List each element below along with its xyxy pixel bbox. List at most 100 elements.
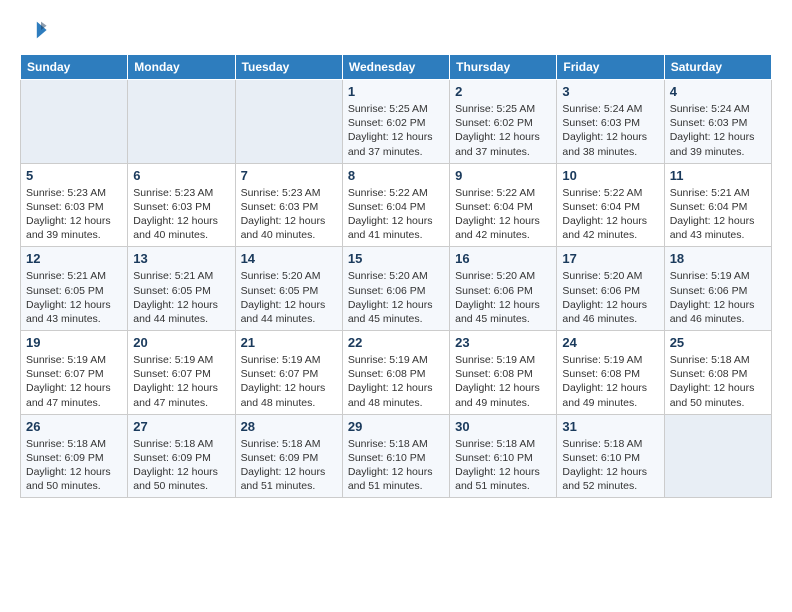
day-number: 4: [670, 84, 766, 99]
day-number: 5: [26, 168, 122, 183]
day-info: Sunrise: 5:24 AM Sunset: 6:03 PM Dayligh…: [670, 102, 766, 159]
day-cell: 23 Sunrise: 5:19 AM Sunset: 6:08 PM Dayli…: [450, 331, 557, 415]
day-cell: 7 Sunrise: 5:23 AM Sunset: 6:03 PM Daylig…: [235, 163, 342, 247]
day-cell: 9 Sunrise: 5:22 AM Sunset: 6:04 PM Daylig…: [450, 163, 557, 247]
day-number: 2: [455, 84, 551, 99]
day-cell: 28 Sunrise: 5:18 AM Sunset: 6:09 PM Dayli…: [235, 414, 342, 498]
day-cell: 27 Sunrise: 5:18 AM Sunset: 6:09 PM Dayli…: [128, 414, 235, 498]
day-cell: 26 Sunrise: 5:18 AM Sunset: 6:09 PM Dayli…: [21, 414, 128, 498]
day-info: Sunrise: 5:18 AM Sunset: 6:10 PM Dayligh…: [562, 437, 658, 494]
day-number: 27: [133, 419, 229, 434]
day-number: 14: [241, 251, 337, 266]
day-number: 17: [562, 251, 658, 266]
day-number: 9: [455, 168, 551, 183]
day-number: 3: [562, 84, 658, 99]
day-number: 26: [26, 419, 122, 434]
calendar-table: SundayMondayTuesdayWednesdayThursdayFrid…: [20, 54, 772, 498]
day-number: 10: [562, 168, 658, 183]
day-cell: 14 Sunrise: 5:20 AM Sunset: 6:05 PM Dayli…: [235, 247, 342, 331]
day-cell: 4 Sunrise: 5:24 AM Sunset: 6:03 PM Daylig…: [664, 80, 771, 164]
day-info: Sunrise: 5:20 AM Sunset: 6:06 PM Dayligh…: [455, 269, 551, 326]
day-number: 22: [348, 335, 444, 350]
day-number: 16: [455, 251, 551, 266]
day-info: Sunrise: 5:20 AM Sunset: 6:06 PM Dayligh…: [562, 269, 658, 326]
day-cell: 30Sunrise: 5:18 AM Sunset: 6:10 PM Dayli…: [450, 414, 557, 498]
page: SundayMondayTuesdayWednesdayThursdayFrid…: [0, 0, 792, 508]
day-info: Sunrise: 5:18 AM Sunset: 6:09 PM Dayligh…: [133, 437, 229, 494]
day-info: Sunrise: 5:21 AM Sunset: 6:05 PM Dayligh…: [26, 269, 122, 326]
week-row-3: 19 Sunrise: 5:19 AM Sunset: 6:07 PM Dayli…: [21, 331, 772, 415]
header-cell-wednesday: Wednesday: [342, 55, 449, 80]
day-cell: 21Sunrise: 5:19 AM Sunset: 6:07 PM Dayli…: [235, 331, 342, 415]
week-row-0: 1 Sunrise: 5:25 AM Sunset: 6:02 PM Daylig…: [21, 80, 772, 164]
day-info: Sunrise: 5:18 AM Sunset: 6:09 PM Dayligh…: [26, 437, 122, 494]
day-cell: 18 Sunrise: 5:19 AM Sunset: 6:06 PM Dayli…: [664, 247, 771, 331]
day-info: Sunrise: 5:19 AM Sunset: 6:06 PM Dayligh…: [670, 269, 766, 326]
day-cell: 20 Sunrise: 5:19 AM Sunset: 6:07 PM Dayli…: [128, 331, 235, 415]
day-cell: 19 Sunrise: 5:19 AM Sunset: 6:07 PM Dayli…: [21, 331, 128, 415]
day-info: Sunrise: 5:21 AM Sunset: 6:04 PM Dayligh…: [670, 186, 766, 243]
day-info: Sunrise: 5:19 AM Sunset: 6:08 PM Dayligh…: [562, 353, 658, 410]
header-cell-saturday: Saturday: [664, 55, 771, 80]
day-info: Sunrise: 5:20 AM Sunset: 6:05 PM Dayligh…: [241, 269, 337, 326]
day-info: Sunrise: 5:22 AM Sunset: 6:04 PM Dayligh…: [348, 186, 444, 243]
day-number: 23: [455, 335, 551, 350]
day-cell: 17 Sunrise: 5:20 AM Sunset: 6:06 PM Dayli…: [557, 247, 664, 331]
day-number: 6: [133, 168, 229, 183]
day-cell: [128, 80, 235, 164]
logo-icon: [20, 16, 48, 44]
day-info: Sunrise: 5:23 AM Sunset: 6:03 PM Dayligh…: [241, 186, 337, 243]
day-cell: 1 Sunrise: 5:25 AM Sunset: 6:02 PM Daylig…: [342, 80, 449, 164]
day-number: 28: [241, 419, 337, 434]
day-info: Sunrise: 5:23 AM Sunset: 6:03 PM Dayligh…: [26, 186, 122, 243]
day-cell: 8 Sunrise: 5:22 AM Sunset: 6:04 PM Daylig…: [342, 163, 449, 247]
day-cell: 11Sunrise: 5:21 AM Sunset: 6:04 PM Dayli…: [664, 163, 771, 247]
day-number: 18: [670, 251, 766, 266]
header-cell-thursday: Thursday: [450, 55, 557, 80]
day-number: 12: [26, 251, 122, 266]
day-info: Sunrise: 5:23 AM Sunset: 6:03 PM Dayligh…: [133, 186, 229, 243]
day-info: Sunrise: 5:19 AM Sunset: 6:07 PM Dayligh…: [241, 353, 337, 410]
day-info: Sunrise: 5:25 AM Sunset: 6:02 PM Dayligh…: [348, 102, 444, 159]
day-number: 20: [133, 335, 229, 350]
day-info: Sunrise: 5:18 AM Sunset: 6:10 PM Dayligh…: [455, 437, 551, 494]
header-cell-friday: Friday: [557, 55, 664, 80]
day-cell: 29 Sunrise: 5:18 AM Sunset: 6:10 PM Dayli…: [342, 414, 449, 498]
day-cell: 6 Sunrise: 5:23 AM Sunset: 6:03 PM Daylig…: [128, 163, 235, 247]
day-cell: 24 Sunrise: 5:19 AM Sunset: 6:08 PM Dayli…: [557, 331, 664, 415]
day-number: 1: [348, 84, 444, 99]
header-cell-tuesday: Tuesday: [235, 55, 342, 80]
day-info: Sunrise: 5:18 AM Sunset: 6:09 PM Dayligh…: [241, 437, 337, 494]
week-row-1: 5 Sunrise: 5:23 AM Sunset: 6:03 PM Daylig…: [21, 163, 772, 247]
day-info: Sunrise: 5:19 AM Sunset: 6:07 PM Dayligh…: [133, 353, 229, 410]
day-cell: 3 Sunrise: 5:24 AM Sunset: 6:03 PM Daylig…: [557, 80, 664, 164]
day-cell: 15Sunrise: 5:20 AM Sunset: 6:06 PM Dayli…: [342, 247, 449, 331]
day-cell: 16 Sunrise: 5:20 AM Sunset: 6:06 PM Dayli…: [450, 247, 557, 331]
day-number: 29: [348, 419, 444, 434]
day-cell: 12 Sunrise: 5:21 AM Sunset: 6:05 PM Dayli…: [21, 247, 128, 331]
day-info: Sunrise: 5:19 AM Sunset: 6:07 PM Dayligh…: [26, 353, 122, 410]
day-number: 8: [348, 168, 444, 183]
day-info: Sunrise: 5:18 AM Sunset: 6:10 PM Dayligh…: [348, 437, 444, 494]
day-info: Sunrise: 5:22 AM Sunset: 6:04 PM Dayligh…: [562, 186, 658, 243]
day-number: 19: [26, 335, 122, 350]
day-number: 7: [241, 168, 337, 183]
header: [20, 16, 772, 44]
day-number: 24: [562, 335, 658, 350]
day-info: Sunrise: 5:25 AM Sunset: 6:02 PM Dayligh…: [455, 102, 551, 159]
logo: [20, 16, 52, 44]
day-info: Sunrise: 5:22 AM Sunset: 6:04 PM Dayligh…: [455, 186, 551, 243]
header-cell-sunday: Sunday: [21, 55, 128, 80]
day-number: 13: [133, 251, 229, 266]
day-number: 31: [562, 419, 658, 434]
day-cell: 25Sunrise: 5:18 AM Sunset: 6:08 PM Dayli…: [664, 331, 771, 415]
header-row: SundayMondayTuesdayWednesdayThursdayFrid…: [21, 55, 772, 80]
day-info: Sunrise: 5:19 AM Sunset: 6:08 PM Dayligh…: [455, 353, 551, 410]
day-cell: 5 Sunrise: 5:23 AM Sunset: 6:03 PM Daylig…: [21, 163, 128, 247]
day-info: Sunrise: 5:24 AM Sunset: 6:03 PM Dayligh…: [562, 102, 658, 159]
day-info: Sunrise: 5:21 AM Sunset: 6:05 PM Dayligh…: [133, 269, 229, 326]
day-info: Sunrise: 5:20 AM Sunset: 6:06 PM Dayligh…: [348, 269, 444, 326]
day-info: Sunrise: 5:18 AM Sunset: 6:08 PM Dayligh…: [670, 353, 766, 410]
calendar-body: 1 Sunrise: 5:25 AM Sunset: 6:02 PM Daylig…: [21, 80, 772, 498]
day-cell: 2 Sunrise: 5:25 AM Sunset: 6:02 PM Daylig…: [450, 80, 557, 164]
